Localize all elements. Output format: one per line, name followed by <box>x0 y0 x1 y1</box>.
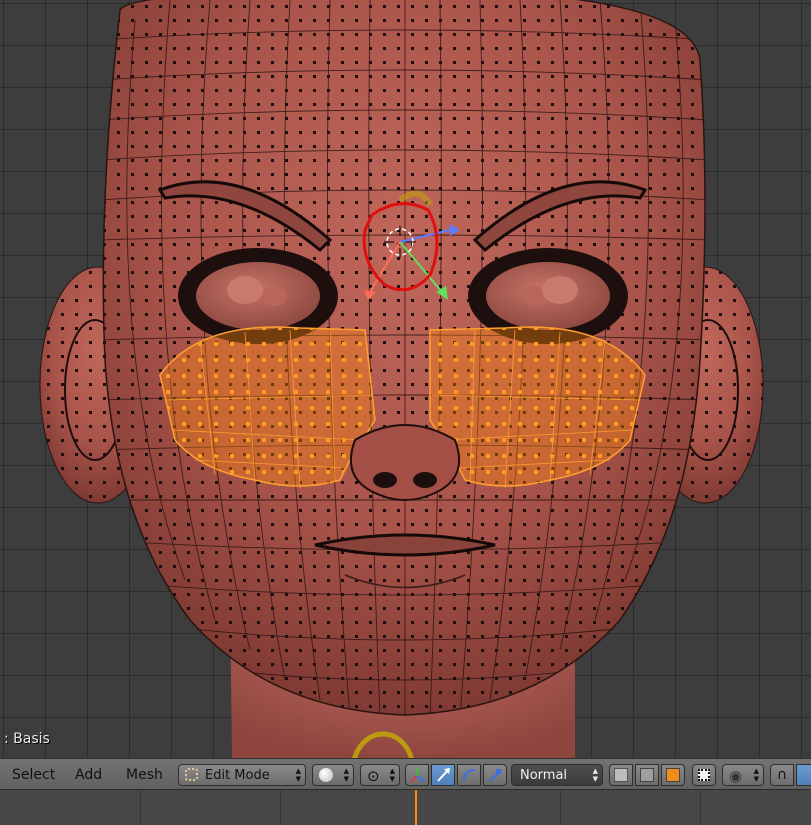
viewport-header: Select Add Mesh Edit Mode ▲▼ ▲▼ ⊙ ▲▼ <box>0 758 811 790</box>
timeline-strip[interactable] <box>0 790 811 825</box>
occlude-geometry-button[interactable] <box>692 764 716 786</box>
orientation-label: Normal <box>520 767 568 783</box>
snap-element-button[interactable] <box>796 764 811 786</box>
updown-icon: ▲ ▼ <box>343 767 349 783</box>
solid-sphere-icon <box>319 768 333 782</box>
updown-icon: ▲ ▼ <box>389 767 395 783</box>
mode-label: Edit Mode <box>205 767 270 783</box>
add-menu[interactable]: Add <box>75 767 102 783</box>
proportional-edit-icon: ◉ <box>729 767 743 785</box>
translate-manipulator-button[interactable] <box>431 764 455 786</box>
shape-key-label: : Basis <box>4 731 50 747</box>
timeline-tick <box>280 790 281 825</box>
proportional-editing-dropdown[interactable]: ◉ ▲ ▼ <box>722 764 764 786</box>
rotate-manipulator-button[interactable] <box>457 764 481 786</box>
pivot-point-dropdown[interactable]: ⊙ ▲ ▼ <box>360 764 400 786</box>
vertex-select-mode-button[interactable] <box>609 764 633 786</box>
edge-select-mode-button[interactable] <box>635 764 659 786</box>
select-menu[interactable]: Select <box>12 767 55 783</box>
updown-icon: ▲ ▼ <box>592 767 598 783</box>
3d-viewport[interactable]: : Basis <box>0 0 811 758</box>
translate-arrow-icon <box>437 768 450 782</box>
face-select-icon <box>666 768 680 782</box>
face-select-mode-button[interactable] <box>661 764 685 786</box>
pivot-point-icon: ⊙ <box>367 767 380 785</box>
manipulator-toggle-button[interactable] <box>405 764 429 786</box>
current-frame-indicator[interactable] <box>415 790 417 825</box>
updown-icon: ▲ ▼ <box>753 767 759 783</box>
snap-magnet-icon: ∩ <box>776 767 788 783</box>
scale-manipulator-button[interactable] <box>483 764 507 786</box>
snap-toggle-button[interactable]: ∩ <box>770 764 794 786</box>
nose <box>350 424 460 501</box>
transform-orientation-dropdown[interactable]: Normal ▲ ▼ <box>511 764 603 786</box>
vertex-select-icon <box>614 768 628 782</box>
mesh-canvas[interactable] <box>0 0 811 758</box>
timeline-tick <box>560 790 561 825</box>
mesh-menu[interactable]: Mesh <box>126 767 163 783</box>
timeline-tick <box>140 790 141 825</box>
rotate-arc-icon <box>463 769 476 782</box>
scale-icon <box>489 769 501 782</box>
occlude-geometry-icon <box>698 769 710 781</box>
timeline-tick <box>700 790 701 825</box>
updown-icon: ▲ ▼ <box>295 767 301 783</box>
edge-select-icon <box>640 768 654 782</box>
viewport-shading-dropdown[interactable]: ▲ ▼ <box>312 764 354 786</box>
object-data-icon <box>185 768 198 781</box>
mode-dropdown[interactable]: Edit Mode ▲ ▼ <box>178 764 306 786</box>
manipulator-axes-icon <box>410 768 425 783</box>
